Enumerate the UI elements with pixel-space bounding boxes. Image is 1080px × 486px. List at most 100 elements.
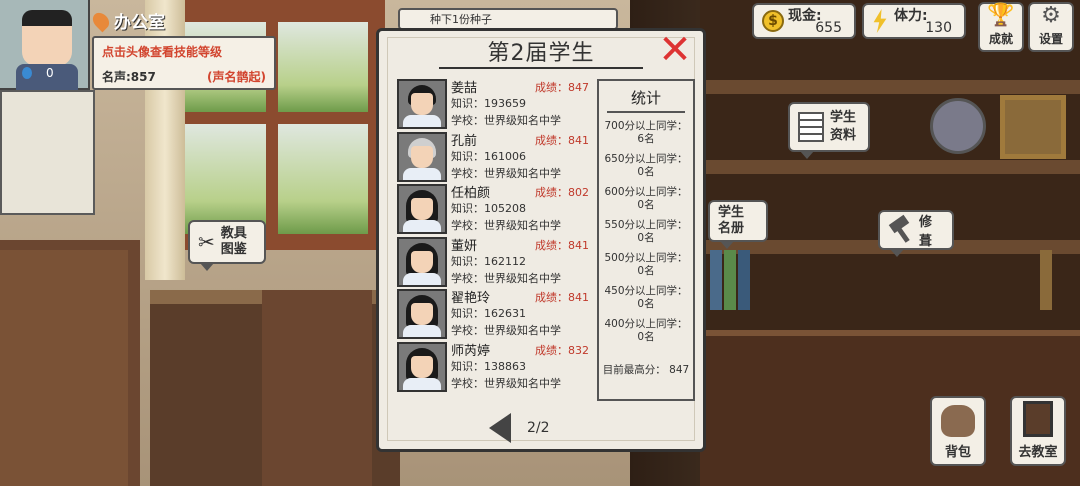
backpack-button[interactable]: 背包 [930, 396, 986, 466]
student-knowledge: 知识：162631 [451, 307, 526, 320]
task-text: 种下1份种子 [430, 13, 492, 26]
max-score: 目前最高分： 847 [602, 364, 690, 376]
score-band-count: 0名 [637, 199, 655, 211]
go-to-classroom-button[interactable]: 去教室 [1010, 396, 1066, 466]
avatar-level-value: 0 [46, 66, 54, 80]
location-pin-icon [89, 9, 113, 32]
score-band-count: 0名 [637, 298, 655, 310]
close-icon: ✕ [658, 27, 692, 73]
student-roster-l1: 学生 [718, 205, 745, 220]
book [724, 250, 736, 310]
teaching-tools-l1: 教具 [220, 226, 247, 241]
coin-icon: $ [762, 10, 784, 32]
student-roster-l2: 名册 [718, 221, 745, 236]
location-label: 办公室 [89, 8, 165, 33]
student-score: 成绩：832 [535, 343, 589, 357]
student-info-button[interactable]: 学生 资料 [788, 102, 870, 159]
score-band-row: 400分以上同学： 0名 [599, 318, 693, 344]
document-icon [798, 112, 824, 142]
side-chair [0, 250, 128, 486]
score-band-count: 0名 [637, 265, 655, 277]
achievements-button[interactable]: 🏆 成就 [978, 2, 1024, 52]
score-band-label: 650分以上同学： [604, 153, 688, 165]
statistics-rows: 700分以上同学： 6名 650分以上同学： 0名 600分以上同学： 0名 550分以上同… [599, 120, 693, 344]
player-avatar[interactable]: 0 [0, 0, 90, 90]
student-school: 学校：世界级知名中学 [451, 376, 561, 390]
student-info-l2: 资料 [830, 128, 857, 143]
cash-chip: $ 现金: 655 [752, 3, 856, 39]
shelf-board [700, 160, 1080, 174]
picture-frame [1000, 95, 1066, 159]
reputation-row: 名声:857 (声名鹊起) [102, 68, 266, 85]
student-name: 翟艳玲 [451, 291, 491, 306]
statistics-title: 统计 [630, 89, 661, 107]
score-band-label: 550分以上同学： [604, 219, 688, 231]
student-portrait [397, 131, 447, 182]
skill-hint: 点击头像查看技能等级 [102, 45, 223, 59]
score-band-row: 450分以上同学： 0名 [599, 285, 693, 311]
stamina-value: 130 [925, 20, 952, 36]
student-score: 成绩：841 [535, 133, 589, 147]
renovate-label: 修葺 [919, 215, 933, 249]
student-knowledge: 知识：138863 [451, 359, 526, 373]
book [738, 250, 750, 310]
trophy-icon: 🏆 [987, 3, 1015, 28]
location-name: 办公室 [114, 13, 165, 33]
student-cohort-dialog: 第2届学生 ✕ 姜喆 成绩：847 知识：193659 学校：世界级知名中学 孔前 成绩：… [376, 28, 706, 452]
avatar-level: 0 [22, 66, 54, 80]
student-portrait [397, 184, 447, 234]
book [710, 250, 722, 310]
settings-button[interactable]: ⚙ 设置 [1028, 2, 1074, 52]
student-name: 师芮婷 [451, 343, 491, 359]
pagination: 2/2 [489, 413, 609, 443]
student-score: 成绩：841 [535, 291, 589, 304]
wall-clock [930, 98, 986, 154]
renovate-button[interactable]: 修葺 [878, 210, 954, 257]
player-info-card[interactable]: 点击头像查看技能等级 名声:857 (声名鹊起) [92, 36, 276, 90]
student-roster-label: 学生 名册 [718, 205, 744, 237]
teaching-tools-button[interactable]: ✂ 教具 图鉴 [188, 220, 266, 271]
reputation-value: 名声:857 [102, 70, 156, 84]
reputation-title: (声名鹊起) [207, 70, 266, 84]
score-band-label: 500分以上同学： [604, 252, 688, 264]
door-icon [1023, 401, 1053, 437]
student-school: 学校：世界级知名中学 [451, 271, 561, 285]
prev-page-arrow-icon[interactable] [489, 413, 511, 443]
gear-icon: ⚙ [1041, 3, 1061, 28]
student-row[interactable]: 董妍 成绩：841 知识：162112 学校：世界级知名中学 [395, 235, 591, 287]
teaching-tools-label: 教具 图鉴 [221, 226, 247, 258]
task-strip[interactable]: 种下1份种子 [398, 8, 618, 30]
student-knowledge: 知识：105208 [451, 202, 526, 215]
student-score: 成绩：841 [535, 238, 589, 252]
student-row[interactable]: 翟艳玲 成绩：841 知识：162631 学校：世界级知名中学 [395, 287, 591, 339]
scissors-icon: ✂ [198, 230, 215, 254]
avatar-face [22, 10, 72, 66]
student-school: 学校：世界级知名中学 [451, 324, 561, 337]
shelf-board [700, 80, 1080, 94]
stamina-label: 体力: [894, 8, 928, 24]
student-row[interactable]: 姜喆 成绩：847 知识：193659 学校：世界级知名中学 [395, 77, 591, 129]
student-score: 成绩：802 [535, 186, 589, 199]
lightning-icon [873, 9, 887, 33]
score-band-row: 650分以上同学： 0名 [599, 153, 693, 179]
score-band-label: 400分以上同学： [604, 318, 688, 330]
achievements-label: 成就 [988, 32, 1013, 46]
statistics-panel: 统计 700分以上同学： 6名 650分以上同学： 0名 600分以上同学： 0名 550分… [597, 79, 695, 401]
student-knowledge: 知识：161006 [451, 149, 526, 163]
student-info-label: 学生 资料 [830, 109, 856, 145]
student-row[interactable]: 任柏颜 成绩：802 知识：105208 学校：世界级知名中学 [395, 182, 591, 234]
score-band-count: 0名 [637, 232, 655, 244]
close-button[interactable]: ✕ [657, 30, 693, 70]
score-band-label: 700分以上同学： [604, 120, 688, 132]
score-band-row: 550分以上同学： 0名 [599, 219, 693, 245]
book [1040, 250, 1052, 310]
score-band-label: 450分以上同学： [604, 285, 688, 297]
student-row[interactable]: 孔前 成绩：841 知识：161006 学校：世界级知名中学 [395, 130, 591, 182]
student-name: 董妍 [451, 238, 478, 254]
student-roster-button[interactable]: 学生 名册 [708, 200, 768, 249]
student-portrait [397, 289, 447, 339]
student-portrait [397, 79, 447, 129]
score-band-count: 0名 [637, 166, 655, 178]
statistics-divider [607, 111, 685, 113]
student-row[interactable]: 师芮婷 成绩：832 知识：138863 学校：世界级知名中学 [395, 340, 591, 392]
